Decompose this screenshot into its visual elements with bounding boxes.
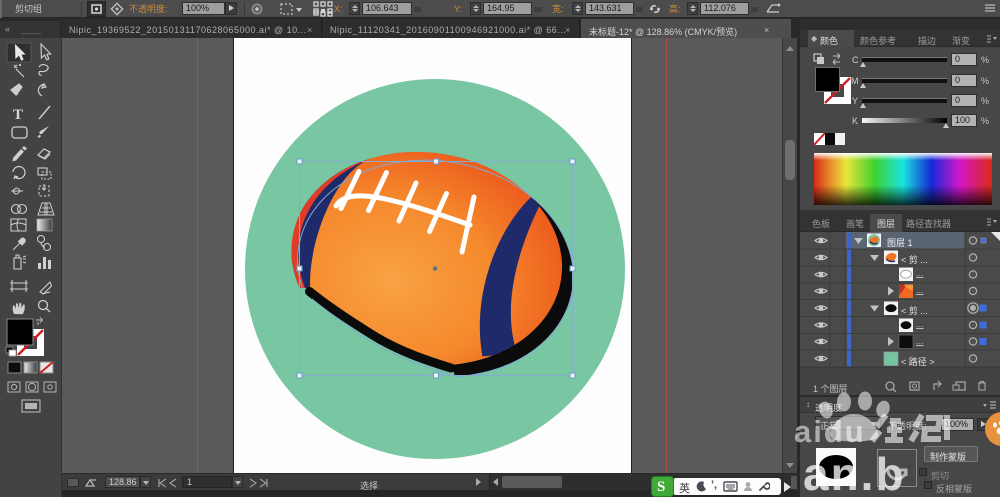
svg-text:T: T — [13, 107, 23, 123]
